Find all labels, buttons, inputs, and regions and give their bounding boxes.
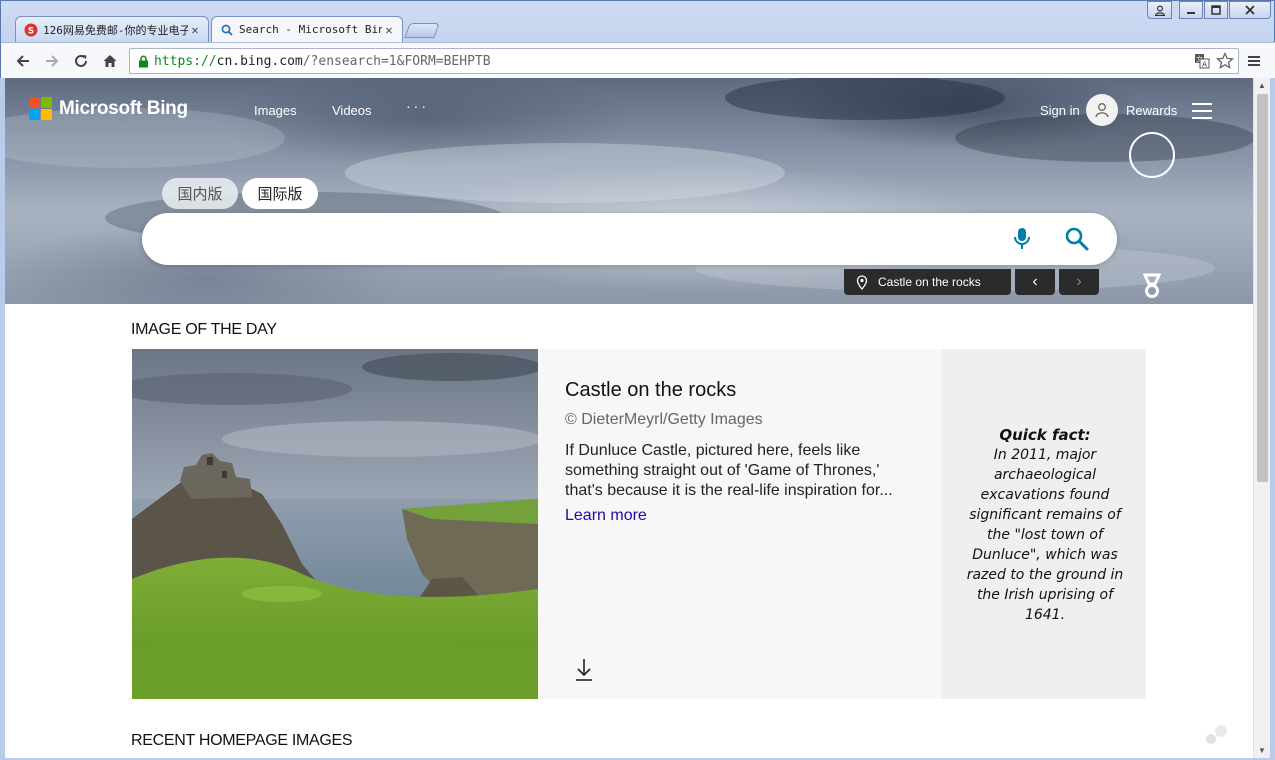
- title-bar: S 126网易免费邮-你的专业电子邮局 ✕ Search - Microsoft…: [1, 1, 1274, 42]
- tab-title: 126网易免费邮-你的专业电子邮局: [43, 23, 188, 37]
- nav-images-link[interactable]: Images: [254, 103, 297, 118]
- tab-title: Search - Microsoft Bing: [239, 23, 382, 36]
- user-avatar-icon[interactable]: [1086, 94, 1118, 126]
- maximize-button[interactable]: [1204, 1, 1228, 19]
- search-input[interactable]: [166, 227, 986, 251]
- tab-126-mail[interactable]: S 126网易免费邮-你的专业电子邮局 ✕: [15, 16, 209, 42]
- iotd-description: If Dunluce Castle, pictured here, feels …: [565, 442, 893, 499]
- hero-caption-button[interactable]: Castle on the rocks: [844, 269, 1011, 295]
- browser-menu-icon[interactable]: [1245, 52, 1263, 70]
- chevron-right-icon: ›: [1076, 273, 1082, 290]
- page-scrollbar[interactable]: ▲ ▼: [1253, 78, 1270, 758]
- scroll-up-arrow-icon[interactable]: ▲: [1258, 81, 1266, 90]
- brand-name: Microsoft Bing: [59, 97, 188, 119]
- svg-text:S: S: [28, 26, 34, 36]
- download-icon[interactable]: [575, 657, 593, 683]
- nav-more-link[interactable]: ···: [406, 98, 429, 114]
- hero-caption-text: Castle on the rocks: [878, 275, 981, 289]
- scrollbar-thumb[interactable]: [1257, 94, 1268, 482]
- previous-image-button[interactable]: ‹: [1015, 269, 1055, 295]
- chevron-left-icon: ‹: [1032, 273, 1038, 290]
- location-pin-icon: [856, 274, 868, 290]
- next-image-button[interactable]: ›: [1059, 269, 1099, 295]
- translate-icon[interactable]: 文A: [1194, 53, 1210, 73]
- lock-icon: [132, 55, 154, 68]
- iotd-details: Castle on the rocks © DieterMeyrl/Getty …: [538, 349, 942, 699]
- url-scheme: https://: [154, 53, 217, 69]
- close-tab-icon[interactable]: ✕: [382, 23, 396, 37]
- quick-fact-body: In 2011, major archaeological excavation…: [966, 447, 1124, 623]
- browser-toolbar: https://cn.bing.com/?ensearch=1&FORM=BEH…: [1, 42, 1275, 78]
- bookmark-star-icon[interactable]: [1215, 51, 1235, 74]
- rewards-progress-ring[interactable]: [1129, 132, 1175, 178]
- iotd-credit: © DieterMeyrl/Getty Images: [565, 411, 763, 428]
- profile-icon[interactable]: [1147, 1, 1172, 19]
- home-icon[interactable]: [100, 51, 120, 71]
- quick-fact-heading: Quick fact:: [999, 426, 1091, 444]
- svg-text:A: A: [1202, 61, 1207, 69]
- netease-126-icon: S: [24, 23, 38, 37]
- close-window-button[interactable]: [1229, 1, 1271, 19]
- learn-more-link[interactable]: Learn more: [565, 507, 647, 525]
- iotd-photo[interactable]: [132, 349, 538, 699]
- menu-hamburger-icon[interactable]: [1192, 103, 1212, 119]
- search-icon: [220, 23, 234, 37]
- scroll-down-arrow-icon[interactable]: ▼: [1258, 746, 1266, 755]
- region-tab-international[interactable]: 国际版: [242, 178, 318, 209]
- recent-images-section-title: RECENT HOMEPAGE IMAGES: [131, 732, 353, 749]
- microsoft-logo-icon: [29, 97, 52, 120]
- tab-bing-search[interactable]: Search - Microsoft Bing ✕: [211, 16, 403, 42]
- region-tab-domestic[interactable]: 国内版: [162, 178, 238, 209]
- medal-icon[interactable]: [1137, 271, 1167, 301]
- close-tab-icon[interactable]: ✕: [188, 23, 202, 37]
- url-path: /?ensearch=1&FORM=BEHPTB: [302, 53, 491, 69]
- iotd-title: Castle on the rocks: [565, 379, 737, 401]
- quick-fact-panel: Quick fact: In 2011, major archaeologica…: [942, 349, 1146, 699]
- rewards-link[interactable]: Rewards: [1126, 103, 1177, 118]
- bing-logo[interactable]: Microsoft Bing: [29, 97, 188, 120]
- url-host: cn.bing.com: [216, 53, 303, 69]
- hero-background: Microsoft Bing Images Videos ··· Sign in…: [5, 78, 1253, 304]
- sign-in-link[interactable]: Sign in: [1040, 103, 1080, 118]
- forward-arrow-icon[interactable]: [42, 51, 62, 71]
- reload-icon[interactable]: [71, 51, 91, 71]
- page-viewport: Microsoft Bing Images Videos ··· Sign in…: [5, 78, 1253, 758]
- address-bar[interactable]: https://cn.bing.com/?ensearch=1&FORM=BEH…: [129, 48, 1239, 74]
- iotd-section-title: IMAGE OF THE DAY: [131, 321, 277, 338]
- back-arrow-icon[interactable]: [13, 51, 33, 71]
- new-tab-button[interactable]: [404, 23, 440, 38]
- browser-chrome: S 126网易免费邮-你的专业电子邮局 ✕ Search - Microsoft…: [0, 0, 1275, 78]
- nav-videos-link[interactable]: Videos: [332, 103, 372, 118]
- search-icon[interactable]: [1064, 226, 1090, 252]
- minimize-button[interactable]: [1179, 1, 1203, 19]
- window-frame: [1270, 78, 1275, 760]
- search-box: [142, 213, 1117, 265]
- feedback-chat-icon[interactable]: [1205, 724, 1229, 746]
- microphone-icon[interactable]: [1010, 226, 1034, 252]
